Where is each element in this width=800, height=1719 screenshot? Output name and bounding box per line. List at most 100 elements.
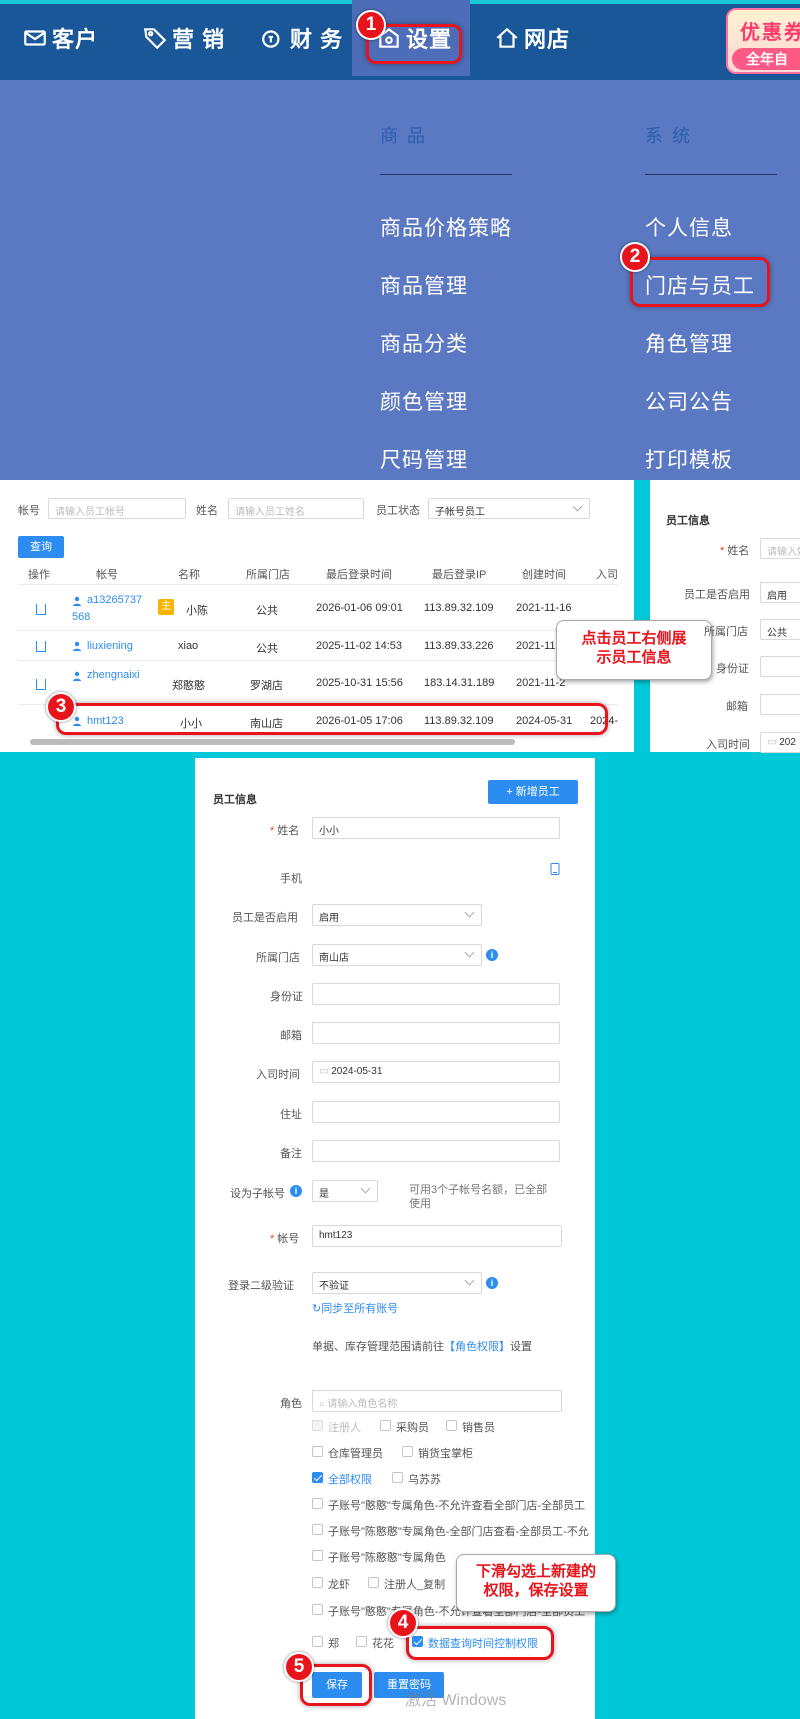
delete-icon[interactable] bbox=[36, 604, 46, 615]
role-checkbox[interactable] bbox=[312, 1498, 323, 1509]
info-icon[interactable]: i bbox=[486, 949, 498, 961]
side-name-input[interactable]: 请输入姓 bbox=[760, 538, 800, 559]
role-checkbox[interactable] bbox=[356, 1636, 367, 1647]
form-enabled-select[interactable]: 启用 bbox=[312, 904, 482, 926]
menu-item-goods-category[interactable]: 商品分类 bbox=[380, 328, 468, 358]
form-email-input[interactable] bbox=[312, 1022, 560, 1044]
row-account-cont[interactable]: 568 bbox=[72, 611, 90, 623]
menu-item-price-strategy[interactable]: 商品价格策略 bbox=[380, 212, 512, 242]
menu-item-size-manage[interactable]: 尺码管理 bbox=[380, 444, 468, 474]
form-email-label: 邮箱 bbox=[280, 1030, 302, 1042]
role-label: 销货宝掌柜 bbox=[418, 1448, 473, 1460]
col-header-join: 入司 bbox=[596, 569, 618, 581]
finance-icon bbox=[262, 30, 280, 48]
filter-status-label: 员工状态 bbox=[376, 505, 420, 517]
form-sub-select[interactable]: 是 bbox=[312, 1180, 378, 1202]
chevron-down-icon bbox=[464, 1275, 475, 1286]
role-label: 全部权限 bbox=[328, 1474, 372, 1486]
role-search-input[interactable]: ⌕ 请输入角色名称 bbox=[312, 1390, 562, 1412]
role-permission-link[interactable]: 【角色权限】 bbox=[444, 1341, 510, 1353]
form-store-select[interactable]: 南山店 bbox=[312, 944, 482, 966]
role-checkbox[interactable] bbox=[392, 1472, 403, 1483]
promo-title: 优惠券 bbox=[740, 22, 800, 44]
row-account[interactable]: zhengnaixi bbox=[87, 669, 140, 681]
nav-shop[interactable]: 网店 bbox=[494, 0, 570, 76]
menu-item-announcement[interactable]: 公司公告 bbox=[645, 386, 733, 416]
filter-status-select[interactable]: 子帐号员工 bbox=[428, 498, 590, 519]
side-name-label: * 姓名 bbox=[720, 545, 750, 557]
form-title: 员工信息 bbox=[213, 794, 257, 806]
role-checkbox[interactable] bbox=[402, 1446, 413, 1457]
row-account[interactable]: a13265737 bbox=[87, 594, 142, 606]
col-header-account: 帐号 bbox=[96, 569, 118, 581]
tag-icon bbox=[144, 28, 167, 50]
role-checkbox[interactable] bbox=[380, 1420, 391, 1431]
role-checkbox[interactable] bbox=[446, 1420, 457, 1431]
page: 客户 营 销 财 务 设置 网店 优惠券 全年自 1 商 品 系 统 商品价格策… bbox=[0, 0, 800, 1719]
filter-name-input[interactable]: 请输入员工姓名 bbox=[228, 498, 364, 519]
info-icon[interactable]: i bbox=[486, 1277, 498, 1289]
form-id-label: 身份证 bbox=[270, 991, 303, 1003]
role-checkbox[interactable] bbox=[312, 1550, 323, 1561]
user-icon bbox=[73, 671, 81, 681]
sync-icon: ↻ bbox=[312, 1303, 322, 1315]
row-last-login: 2025-10-31 15:56 bbox=[316, 677, 403, 689]
role-checkbox[interactable] bbox=[312, 1636, 323, 1647]
side-join-input[interactable]: ▭ 202 bbox=[760, 732, 800, 753]
menu-item-goods-manage[interactable]: 商品管理 bbox=[380, 270, 468, 300]
role-label: 注册人_复制 bbox=[384, 1579, 446, 1591]
highlight-store-staff bbox=[630, 257, 770, 307]
row-last-login: 2026-01-06 09:01 bbox=[316, 602, 403, 614]
add-staff-button[interactable]: + 新增员工 bbox=[488, 780, 578, 804]
role-checkbox[interactable] bbox=[312, 1577, 323, 1588]
col-header-store: 所属门店 bbox=[246, 569, 290, 581]
side-enabled-select[interactable]: 启用 bbox=[760, 582, 800, 603]
tip-step4: 下滑勾选上新建的 权限，保存设置 bbox=[456, 1554, 616, 1612]
side-store-select[interactable]: 公共 bbox=[760, 619, 800, 640]
form-join-input[interactable]: ▭ 2024-05-31 bbox=[312, 1061, 560, 1083]
nav-finance[interactable]: 财 务 bbox=[260, 0, 343, 76]
sync-all-accounts-link[interactable]: ↻同步至所有账号 bbox=[312, 1300, 398, 1316]
form-id-input[interactable] bbox=[312, 983, 560, 1005]
form-address-input[interactable] bbox=[312, 1101, 560, 1123]
tip-step3: 点击员工右侧展 示员工信息 bbox=[556, 620, 712, 680]
info-icon[interactable]: i bbox=[290, 1185, 302, 1197]
nav-marketing[interactable]: 营 销 bbox=[142, 0, 225, 76]
side-enabled-label: 员工是否启用 bbox=[684, 589, 750, 601]
form-account-input[interactable]: hmt123 bbox=[312, 1225, 562, 1247]
form-2fa-select[interactable]: 不验证 bbox=[312, 1272, 482, 1294]
side-email-label: 邮箱 bbox=[726, 701, 748, 713]
menu-item-role-manage[interactable]: 角色管理 bbox=[645, 328, 733, 358]
menu-item-print-template[interactable]: 打印模板 bbox=[645, 444, 733, 474]
promo-banner[interactable]: 优惠券 全年自 bbox=[726, 8, 800, 74]
row-account[interactable]: liuxiening bbox=[87, 640, 133, 652]
role-label: 销售员 bbox=[462, 1422, 495, 1434]
scrollbar-thumb[interactable] bbox=[30, 739, 515, 745]
menu-heading-goods: 商 品 bbox=[380, 126, 428, 146]
col-header-action: 操作 bbox=[28, 569, 50, 581]
side-email-input[interactable] bbox=[760, 694, 800, 715]
side-id-input[interactable] bbox=[760, 656, 800, 677]
menu-item-color-manage[interactable]: 颜色管理 bbox=[380, 386, 468, 416]
role-label: 龙虾 bbox=[328, 1579, 350, 1591]
row-created: 2021-11-2 bbox=[516, 677, 566, 689]
query-button[interactable]: 查询 bbox=[18, 536, 64, 558]
nav-customer[interactable]: 客户 bbox=[22, 0, 98, 76]
filter-account-input[interactable]: 请输入员工帐号 bbox=[48, 498, 186, 519]
filter-account-label: 帐号 bbox=[18, 505, 40, 517]
form-role-label: 角色 bbox=[280, 1398, 302, 1410]
menu-item-personal-info[interactable]: 个人信息 bbox=[645, 212, 733, 242]
role-checkbox[interactable] bbox=[312, 1604, 323, 1615]
delete-icon[interactable] bbox=[36, 641, 46, 652]
role-checkbox[interactable] bbox=[312, 1420, 323, 1431]
role-checkbox[interactable] bbox=[368, 1577, 379, 1588]
role-label: 花花 bbox=[372, 1638, 394, 1650]
form-remark-input[interactable] bbox=[312, 1140, 560, 1162]
role-checkbox[interactable] bbox=[312, 1472, 323, 1483]
phone-icon[interactable] bbox=[550, 863, 560, 875]
role-checkbox[interactable] bbox=[312, 1524, 323, 1535]
form-name-input[interactable]: 小小 bbox=[312, 817, 560, 839]
delete-icon[interactable] bbox=[36, 679, 46, 690]
row-created: 2021-11 bbox=[516, 640, 556, 652]
role-checkbox[interactable] bbox=[312, 1446, 323, 1457]
